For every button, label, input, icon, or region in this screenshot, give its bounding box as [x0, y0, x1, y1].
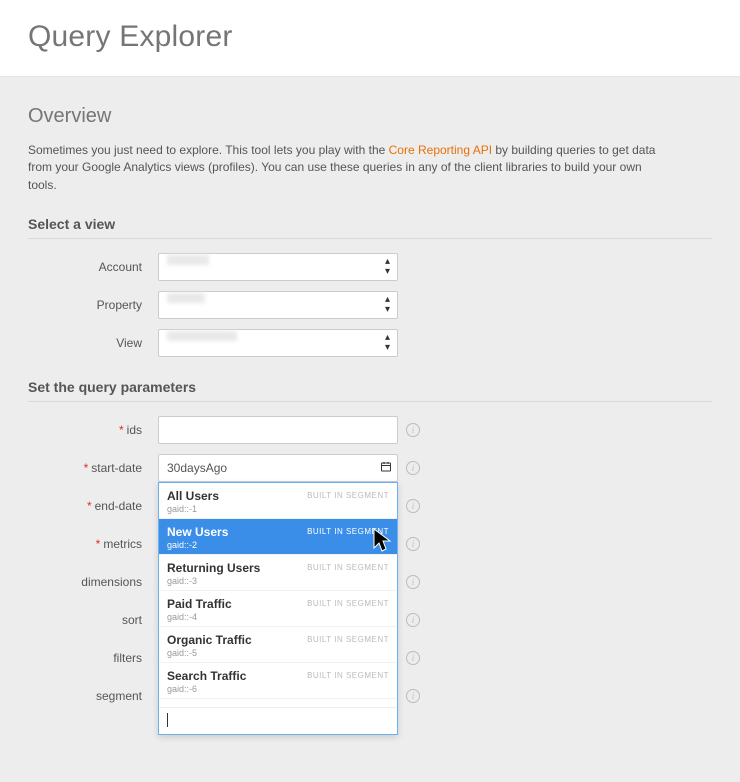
label-metrics: *metrics: [28, 537, 158, 551]
info-icon[interactable]: i: [406, 461, 420, 475]
label-view: View: [28, 336, 158, 350]
segment-badge: BUILT IN SEGMENT: [307, 671, 389, 680]
segment-badge: BUILT IN SEGMENT: [307, 527, 389, 536]
text-cursor: [167, 713, 168, 727]
label-filters: filters: [28, 651, 158, 665]
segment-badge: BUILT IN SEGMENT: [307, 635, 389, 644]
segment-search-input[interactable]: [159, 707, 397, 734]
core-reporting-api-link[interactable]: Core Reporting API: [389, 143, 492, 157]
row-property: Property ▴▾: [28, 291, 712, 319]
property-select[interactable]: ▴▾: [158, 291, 398, 319]
page-title: Query Explorer: [28, 20, 712, 54]
info-icon[interactable]: i: [406, 423, 420, 437]
view-select[interactable]: ▴▾: [158, 329, 398, 357]
intro-text-pre: Sometimes you just need to explore. This…: [28, 143, 389, 157]
overview-intro: Sometimes you just need to explore. This…: [28, 142, 668, 194]
segment-option-id: gaid::-4: [167, 612, 389, 622]
content-area: Overview Sometimes you just need to expl…: [0, 77, 740, 782]
label-ids: *ids: [28, 423, 158, 437]
label-segment: segment: [28, 689, 158, 703]
segment-option[interactable]: Direct TrafficBUILT IN SEGMENT: [159, 699, 397, 707]
label-property: Property: [28, 298, 158, 312]
label-dimensions: dimensions: [28, 575, 158, 589]
segment-dropdown[interactable]: All Usersgaid::-1BUILT IN SEGMENTNew Use…: [158, 482, 398, 735]
segment-badge: BUILT IN SEGMENT: [307, 491, 389, 500]
segment-option-id: gaid::-5: [167, 648, 389, 658]
segment-option-id: gaid::-3: [167, 576, 389, 586]
segment-option[interactable]: New Usersgaid::-2BUILT IN SEGMENT: [159, 519, 397, 555]
row-view: View ▴▾: [28, 329, 712, 357]
segment-option[interactable]: Returning Usersgaid::-3BUILT IN SEGMENT: [159, 555, 397, 591]
overview-title: Overview: [28, 105, 712, 128]
info-icon[interactable]: i: [406, 499, 420, 513]
select-view-title: Select a view: [28, 216, 712, 239]
info-icon[interactable]: i: [406, 689, 420, 703]
app-header: Query Explorer: [0, 0, 740, 77]
info-icon[interactable]: i: [406, 613, 420, 627]
segment-option[interactable]: Search Trafficgaid::-6BUILT IN SEGMENT: [159, 663, 397, 699]
segment-option[interactable]: All Usersgaid::-1BUILT IN SEGMENT: [159, 483, 397, 519]
label-end-date: *end-date: [28, 499, 158, 513]
label-sort: sort: [28, 613, 158, 627]
info-icon[interactable]: i: [406, 575, 420, 589]
account-select[interactable]: ▴▾: [158, 253, 398, 281]
ids-input[interactable]: [158, 416, 398, 444]
row-ids: *ids i: [28, 416, 712, 444]
row-account: Account ▴▾: [28, 253, 712, 281]
segment-badge: BUILT IN SEGMENT: [307, 563, 389, 572]
segment-option-id: gaid::-1: [167, 504, 389, 514]
segment-option[interactable]: Paid Trafficgaid::-4BUILT IN SEGMENT: [159, 591, 397, 627]
query-parameters-section: Set the query parameters *ids i *start-d…: [28, 379, 712, 732]
segment-option[interactable]: Organic Trafficgaid::-5BUILT IN SEGMENT: [159, 627, 397, 663]
info-icon[interactable]: i: [406, 537, 420, 551]
query-parameters-title: Set the query parameters: [28, 379, 712, 402]
start-date-input[interactable]: [158, 454, 398, 482]
row-start-date: *start-date i All Usersgaid::-1BUILT IN …: [28, 454, 712, 482]
segment-option-id: gaid::-2: [167, 540, 389, 550]
segment-badge: BUILT IN SEGMENT: [307, 599, 389, 608]
label-start-date: *start-date: [28, 461, 158, 475]
label-account: Account: [28, 260, 158, 274]
segment-option-id: gaid::-6: [167, 684, 389, 694]
info-icon[interactable]: i: [406, 651, 420, 665]
select-view-section: Select a view Account ▴▾ Property ▴▾ Vie…: [28, 216, 712, 357]
